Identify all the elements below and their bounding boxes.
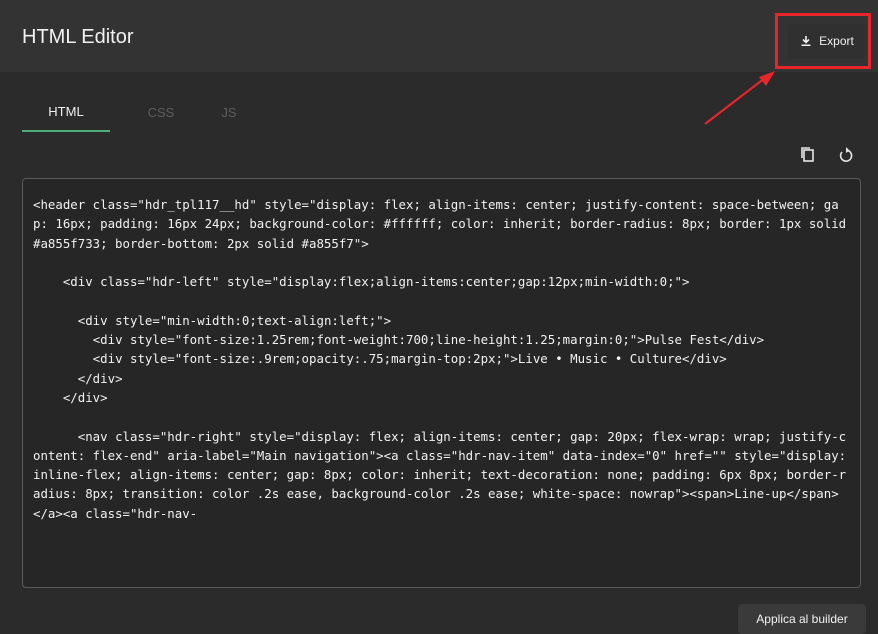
tab-bar: HTML CSS JS — [22, 92, 290, 132]
reset-icon[interactable] — [836, 145, 856, 165]
bottom-bar: Applica al builder — [0, 588, 878, 634]
tab-html[interactable]: HTML — [22, 92, 110, 132]
export-label: Export — [819, 34, 854, 48]
tab-js[interactable]: JS — [194, 92, 264, 132]
tab-css[interactable]: CSS — [126, 92, 196, 132]
copy-icon[interactable] — [798, 145, 818, 165]
code-text[interactable]: <header class="hdr_tpl117__hd" style="di… — [23, 179, 860, 523]
app-header: HTML Editor — [0, 0, 878, 73]
download-icon — [801, 36, 811, 46]
export-button[interactable]: Export — [788, 24, 866, 58]
code-editor[interactable]: <header class="hdr_tpl117__hd" style="di… — [22, 178, 861, 588]
page-title: HTML Editor — [22, 26, 134, 48]
